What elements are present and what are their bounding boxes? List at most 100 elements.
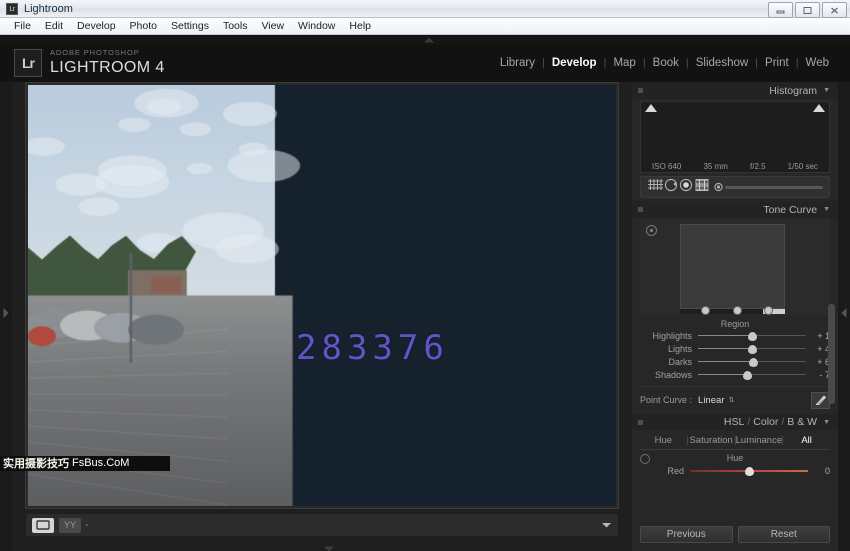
menu-item-file[interactable]: File bbox=[7, 18, 38, 34]
tab-luminance[interactable]: Luminance bbox=[736, 435, 783, 446]
photo-frame: 283376 poco http://photo.poco.cn/ bbox=[26, 83, 618, 508]
spot-removal-icon[interactable] bbox=[664, 178, 679, 197]
slider-track[interactable] bbox=[698, 342, 806, 355]
split-handle-highlights[interactable] bbox=[764, 306, 773, 315]
slider-knob[interactable] bbox=[749, 358, 758, 367]
module-picker: Library | Develop | Map | Book | Slidesh… bbox=[493, 56, 836, 70]
slider-highlights[interactable]: Highlights + 1 bbox=[640, 329, 830, 342]
tab-all[interactable]: All bbox=[783, 435, 830, 446]
menu-item-tools[interactable]: Tools bbox=[216, 18, 255, 34]
red-eye-correction-icon[interactable] bbox=[679, 178, 694, 197]
window-title-bar: Lr Lightroom bbox=[0, 0, 850, 18]
module-develop[interactable]: Develop bbox=[545, 56, 604, 70]
split-handle-midtones[interactable] bbox=[733, 306, 742, 315]
slider-value: 0 bbox=[808, 466, 830, 476]
expand-right-panel-arrow[interactable] bbox=[841, 306, 847, 324]
target-adjustment-tool-icon[interactable] bbox=[646, 225, 657, 236]
color-title[interactable]: Color bbox=[753, 416, 778, 428]
hsl-separator: / bbox=[747, 416, 750, 428]
menu-item-window[interactable]: Window bbox=[291, 18, 342, 34]
menu-item-settings[interactable]: Settings bbox=[164, 18, 216, 34]
brush-size-slider[interactable] bbox=[725, 186, 823, 189]
identity-plate-bar: Lr ADOBE PHOTOSHOP LIGHTROOM 4 Library |… bbox=[0, 44, 850, 82]
slider-darks[interactable]: Darks + 6 bbox=[640, 355, 830, 368]
tab-hue[interactable]: Hue bbox=[640, 435, 687, 446]
reset-button[interactable]: Reset bbox=[738, 526, 831, 543]
slider-knob[interactable] bbox=[743, 371, 752, 380]
bottom-watermark-cn: 实用摄影技巧 bbox=[3, 457, 69, 470]
collapse-top-panel-arrow[interactable] bbox=[419, 36, 439, 43]
adjustment-brush-icon[interactable] bbox=[714, 182, 823, 192]
image-watermark-number: 283376 bbox=[296, 328, 449, 368]
identity-plate-badge[interactable]: Lr bbox=[14, 49, 42, 77]
split-handle-shadows[interactable] bbox=[701, 306, 710, 315]
twirl-arrow-icon[interactable]: ▼ bbox=[823, 419, 830, 426]
chevron-down-icon[interactable] bbox=[601, 516, 612, 534]
histogram-panel-header[interactable]: Histogram ▼ bbox=[632, 82, 838, 99]
lightroom-window: Lr Lightroom File Edit Develop Photo Set… bbox=[0, 0, 850, 551]
panel-grip-icon bbox=[638, 207, 643, 212]
previous-button[interactable]: Previous bbox=[640, 526, 733, 543]
hsl-panel-header[interactable]: HSL / Color / B & W ▼ bbox=[632, 414, 838, 430]
toolbar-dash: - bbox=[85, 518, 88, 533]
slider-value: + 1 bbox=[806, 331, 830, 341]
hsl-title[interactable]: HSL bbox=[724, 416, 744, 428]
twirl-arrow-icon[interactable]: ▼ bbox=[823, 206, 830, 213]
right-panel-scrollbar[interactable] bbox=[828, 304, 835, 404]
tone-curve-panel-header[interactable]: Tone Curve ▼ bbox=[632, 201, 838, 218]
maximize-button[interactable] bbox=[795, 2, 820, 18]
module-library[interactable]: Library bbox=[493, 56, 542, 70]
menu-item-edit[interactable]: Edit bbox=[38, 18, 70, 34]
crop-overlay-icon[interactable] bbox=[647, 178, 664, 196]
tone-curve-title: Tone Curve bbox=[763, 204, 817, 216]
slider-track[interactable] bbox=[690, 464, 808, 477]
point-curve-label: Point Curve : bbox=[640, 395, 692, 405]
module-book[interactable]: Book bbox=[646, 56, 686, 70]
menu-bar: File Edit Develop Photo Settings Tools V… bbox=[0, 18, 850, 35]
menu-item-view[interactable]: View bbox=[254, 18, 291, 34]
exif-iso: ISO 640 bbox=[652, 162, 681, 171]
compare-flag-label[interactable]: YY bbox=[59, 518, 81, 533]
photo-image[interactable]: 283376 poco http://photo.poco.cn/ bbox=[28, 85, 616, 506]
menu-item-help[interactable]: Help bbox=[342, 18, 378, 34]
close-button[interactable] bbox=[822, 2, 847, 18]
exif-aperture: f/2.5 bbox=[750, 162, 766, 171]
tone-curve-graph-area bbox=[640, 219, 830, 315]
target-adjustment-tool-icon[interactable] bbox=[640, 454, 650, 464]
panel-grip-icon bbox=[638, 420, 643, 425]
region-label: Region bbox=[632, 319, 838, 329]
slider-knob[interactable] bbox=[748, 332, 757, 341]
develop-tool-strip bbox=[640, 176, 830, 198]
expand-left-panel-arrow[interactable] bbox=[3, 306, 9, 324]
histogram-graph[interactable]: ISO 640 35 mm f/2.5 1/50 sec bbox=[640, 101, 830, 173]
tab-saturation[interactable]: Saturation bbox=[688, 435, 735, 446]
minimize-button[interactable] bbox=[768, 2, 793, 18]
bottom-watermark: 实用摄影技巧 FsBus.CoM bbox=[0, 456, 170, 471]
brand-line-product: LIGHTROOM 4 bbox=[50, 58, 165, 77]
slider-knob[interactable] bbox=[745, 467, 754, 476]
menu-item-develop[interactable]: Develop bbox=[70, 18, 123, 34]
loupe-view-icon[interactable] bbox=[32, 518, 54, 533]
slider-track[interactable] bbox=[698, 329, 806, 342]
slider-red-hue[interactable]: Red 0 bbox=[640, 464, 830, 477]
collapse-filmstrip-arrow[interactable] bbox=[322, 539, 336, 551]
tone-curve-grid[interactable] bbox=[680, 224, 785, 309]
menu-item-photo[interactable]: Photo bbox=[123, 18, 164, 34]
module-print[interactable]: Print bbox=[758, 56, 796, 70]
slider-track[interactable] bbox=[698, 368, 806, 381]
slider-shadows[interactable]: Shadows - 7 bbox=[640, 368, 830, 381]
module-slideshow[interactable]: Slideshow bbox=[689, 56, 755, 70]
bw-title[interactable]: B & W bbox=[787, 416, 817, 428]
right-panel-edge[interactable] bbox=[838, 82, 850, 551]
graduated-filter-icon[interactable] bbox=[694, 178, 710, 197]
point-curve-value[interactable]: Linear bbox=[698, 395, 724, 406]
sort-arrows-icon[interactable]: ⇅ bbox=[728, 396, 734, 404]
exif-focal: 35 mm bbox=[703, 162, 727, 171]
app-body: 283376 poco http://photo.poco.cn/ YY - bbox=[0, 82, 850, 551]
twirl-arrow-icon[interactable]: ▼ bbox=[823, 87, 830, 94]
slider-track[interactable] bbox=[698, 355, 806, 368]
module-map[interactable]: Map bbox=[606, 56, 642, 70]
slider-lights[interactable]: Lights + 4 bbox=[640, 342, 830, 355]
slider-knob[interactable] bbox=[748, 345, 757, 354]
module-web[interactable]: Web bbox=[799, 56, 836, 70]
